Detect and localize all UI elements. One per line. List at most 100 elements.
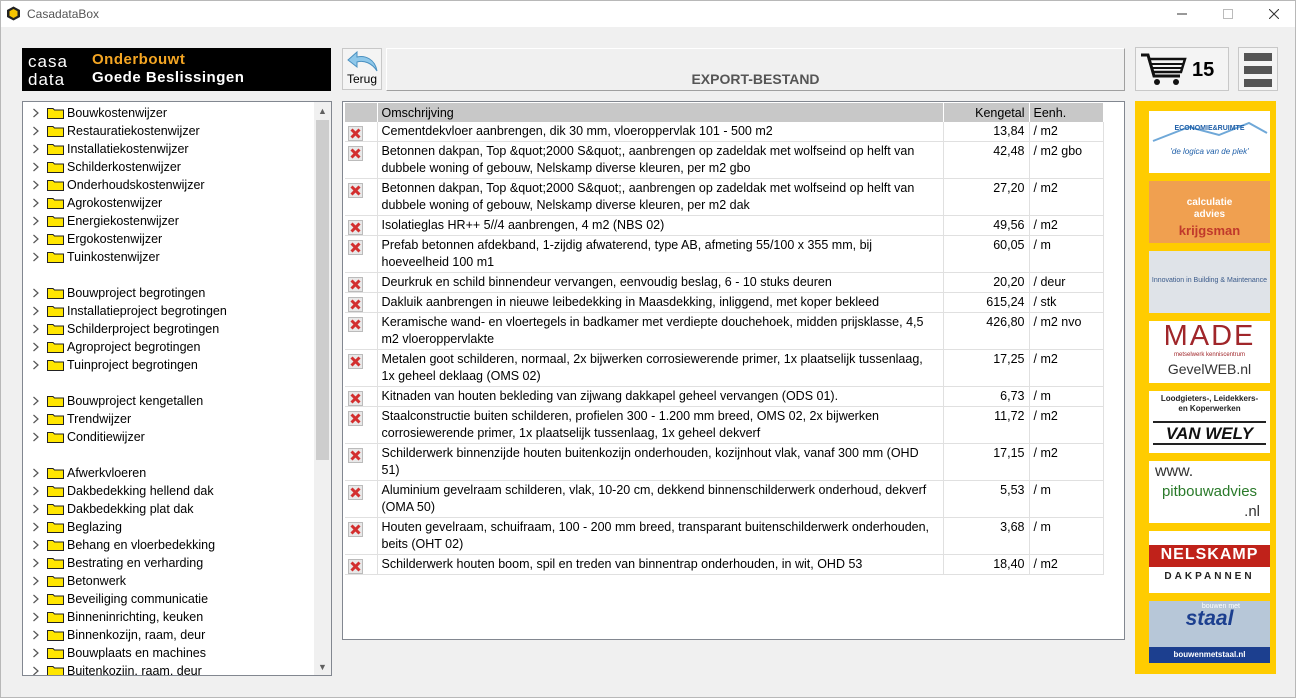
table-row[interactable]: Schilderwerk houten boom, spil en treden… bbox=[345, 554, 1104, 575]
scroll-down-arrow-icon[interactable]: ▼ bbox=[314, 658, 331, 675]
expand-chevron-icon[interactable] bbox=[32, 324, 40, 334]
tree-item[interactable]: Behang en vloerbedekking bbox=[23, 536, 313, 554]
tree-item[interactable]: Beglazing bbox=[23, 518, 313, 536]
delete-row-button[interactable] bbox=[348, 220, 363, 235]
tree-item[interactable]: Onderhoudskostenwijzer bbox=[23, 176, 313, 194]
table-row[interactable]: Prefab betonnen afdekband, 1-zijdig afwa… bbox=[345, 235, 1104, 273]
tree-item[interactable]: Ergokostenwijzer bbox=[23, 230, 313, 248]
tree-item[interactable]: Conditiewijzer bbox=[23, 428, 313, 446]
tree-item[interactable]: Dakbedekking hellend dak bbox=[23, 482, 313, 500]
ad-van-wely[interactable]: Loodgieters-, Leidekkers- en Koperwerken… bbox=[1149, 391, 1270, 453]
delete-row-button[interactable] bbox=[348, 522, 363, 537]
expand-chevron-icon[interactable] bbox=[32, 396, 40, 406]
expand-chevron-icon[interactable] bbox=[32, 180, 40, 190]
tree-item[interactable]: Installatiekostenwijzer bbox=[23, 140, 313, 158]
table-row[interactable]: Houten gevelraam, schuifraam, 100 - 200 … bbox=[345, 517, 1104, 555]
tree-item[interactable]: Buitenkozijn, raam, deur bbox=[23, 662, 313, 676]
table-row[interactable]: Betonnen dakpan, Top &quot;2000 S&quot;,… bbox=[345, 178, 1104, 216]
expand-chevron-icon[interactable] bbox=[32, 594, 40, 604]
delete-row-button[interactable] bbox=[348, 146, 363, 161]
expand-chevron-icon[interactable] bbox=[32, 234, 40, 244]
maximize-button[interactable] bbox=[1205, 1, 1251, 27]
table-row[interactable]: Deurkruk en schild binnendeur vervangen,… bbox=[345, 272, 1104, 293]
expand-chevron-icon[interactable] bbox=[32, 432, 40, 442]
tree-item[interactable]: Restauratiekostenwijzer bbox=[23, 122, 313, 140]
delete-row-button[interactable] bbox=[348, 277, 363, 292]
tree-item[interactable]: Bouwproject begrotingen bbox=[23, 284, 313, 302]
tree-item[interactable]: Trendwijzer bbox=[23, 410, 313, 428]
tree-item[interactable]: Installatieproject begrotingen bbox=[23, 302, 313, 320]
expand-chevron-icon[interactable] bbox=[32, 504, 40, 514]
ad-innovation[interactable]: Innovation in Building & Maintenance bbox=[1149, 251, 1270, 313]
delete-row-button[interactable] bbox=[348, 354, 363, 369]
expand-chevron-icon[interactable] bbox=[32, 414, 40, 424]
expand-chevron-icon[interactable] bbox=[32, 306, 40, 316]
tree-item[interactable]: Schilderkostenwijzer bbox=[23, 158, 313, 176]
tree-item[interactable]: Tuinproject begrotingen bbox=[23, 356, 313, 374]
expand-chevron-icon[interactable] bbox=[32, 612, 40, 622]
delete-row-button[interactable] bbox=[348, 559, 363, 574]
expand-chevron-icon[interactable] bbox=[32, 198, 40, 208]
delete-row-button[interactable] bbox=[348, 126, 363, 141]
expand-chevron-icon[interactable] bbox=[32, 648, 40, 658]
expand-chevron-icon[interactable] bbox=[32, 666, 40, 676]
tree-scrollbar[interactable]: ▲ ▼ bbox=[314, 102, 331, 675]
expand-chevron-icon[interactable] bbox=[32, 576, 40, 586]
tree-item[interactable]: Bouwkostenwijzer bbox=[23, 104, 313, 122]
tree-item[interactable]: Schilderproject begrotingen bbox=[23, 320, 313, 338]
table-row[interactable]: Keramische wand- en vloertegels in badka… bbox=[345, 312, 1104, 350]
delete-row-button[interactable] bbox=[348, 317, 363, 332]
expand-chevron-icon[interactable] bbox=[32, 342, 40, 352]
table-row[interactable]: Metalen goot schilderen, normaal, 2x bij… bbox=[345, 349, 1104, 387]
expand-chevron-icon[interactable] bbox=[32, 522, 40, 532]
table-row[interactable]: Aluminium gevelraam schilderen, vlak, 10… bbox=[345, 480, 1104, 518]
expand-chevron-icon[interactable] bbox=[32, 252, 40, 262]
table-row[interactable]: Isolatieglas HR++ 5//4 aanbrengen, 4 m2 … bbox=[345, 215, 1104, 236]
expand-chevron-icon[interactable] bbox=[32, 540, 40, 550]
expand-chevron-icon[interactable] bbox=[32, 630, 40, 640]
tree-item[interactable]: Betonwerk bbox=[23, 572, 313, 590]
cart-button[interactable]: 15 bbox=[1135, 47, 1229, 91]
tree-scrollbar-thumb[interactable] bbox=[316, 120, 329, 460]
column-header-unit[interactable]: Eenh. bbox=[1029, 103, 1104, 122]
expand-chevron-icon[interactable] bbox=[32, 108, 40, 118]
ad-bouwen-met-staal[interactable]: bouwen met staal bouwenmetstaal.nl bbox=[1149, 601, 1270, 663]
tree-item[interactable]: Beveiliging communicatie bbox=[23, 590, 313, 608]
tree-item[interactable]: Tuinkostenwijzer bbox=[23, 248, 313, 266]
column-header-description[interactable]: Omschrijving bbox=[377, 103, 944, 122]
tree-item[interactable]: Binneninrichting, keuken bbox=[23, 608, 313, 626]
expand-chevron-icon[interactable] bbox=[32, 288, 40, 298]
expand-chevron-icon[interactable] bbox=[32, 486, 40, 496]
expand-chevron-icon[interactable] bbox=[32, 216, 40, 226]
expand-chevron-icon[interactable] bbox=[32, 468, 40, 478]
ad-made-gevelweb[interactable]: MADE metselwerk kenniscentrum GevelWEB.n… bbox=[1149, 321, 1270, 383]
expand-chevron-icon[interactable] bbox=[32, 558, 40, 568]
ad-nelskamp[interactable]: NELSKAMP DAKPANNEN bbox=[1149, 531, 1270, 593]
delete-row-button[interactable] bbox=[348, 240, 363, 255]
tree-item[interactable]: Agroproject begrotingen bbox=[23, 338, 313, 356]
tree-item[interactable]: Bouwproject kengetallen bbox=[23, 392, 313, 410]
column-header-value[interactable]: Kengetal bbox=[943, 103, 1030, 122]
tree-item[interactable]: Energiekostenwijzer bbox=[23, 212, 313, 230]
ad-pitbouwadvies[interactable]: www. pitbouwadvies .nl bbox=[1149, 461, 1270, 523]
close-button[interactable] bbox=[1251, 1, 1296, 27]
delete-row-button[interactable] bbox=[348, 448, 363, 463]
expand-chevron-icon[interactable] bbox=[32, 144, 40, 154]
expand-chevron-icon[interactable] bbox=[32, 162, 40, 172]
delete-row-button[interactable] bbox=[348, 485, 363, 500]
tree-item[interactable]: Afwerkvloeren bbox=[23, 464, 313, 482]
ad-economie-ruimte[interactable]: ECONOMIE&RUIMTE 'de logica van de plek' bbox=[1149, 111, 1270, 173]
ad-krijgsman[interactable]: calculatie advies krijgsman bbox=[1149, 181, 1270, 243]
tree-item[interactable]: Binnenkozijn, raam, deur bbox=[23, 626, 313, 644]
delete-row-button[interactable] bbox=[348, 183, 363, 198]
delete-row-button[interactable] bbox=[348, 391, 363, 406]
delete-row-button[interactable] bbox=[348, 411, 363, 426]
back-button[interactable]: Terug bbox=[342, 48, 382, 90]
table-row[interactable]: Staalconstructie buiten schilderen, prof… bbox=[345, 406, 1104, 444]
tree-item[interactable]: Agrokostenwijzer bbox=[23, 194, 313, 212]
table-row[interactable]: Dakluik aanbrengen in nieuwe leibedekkin… bbox=[345, 292, 1104, 313]
table-row[interactable]: Schilderwerk binnenzijde houten buitenko… bbox=[345, 443, 1104, 481]
table-row[interactable]: Cementdekvloer aanbrengen, dik 30 mm, vl… bbox=[345, 122, 1104, 142]
main-menu-button[interactable] bbox=[1238, 47, 1278, 91]
expand-chevron-icon[interactable] bbox=[32, 126, 40, 136]
